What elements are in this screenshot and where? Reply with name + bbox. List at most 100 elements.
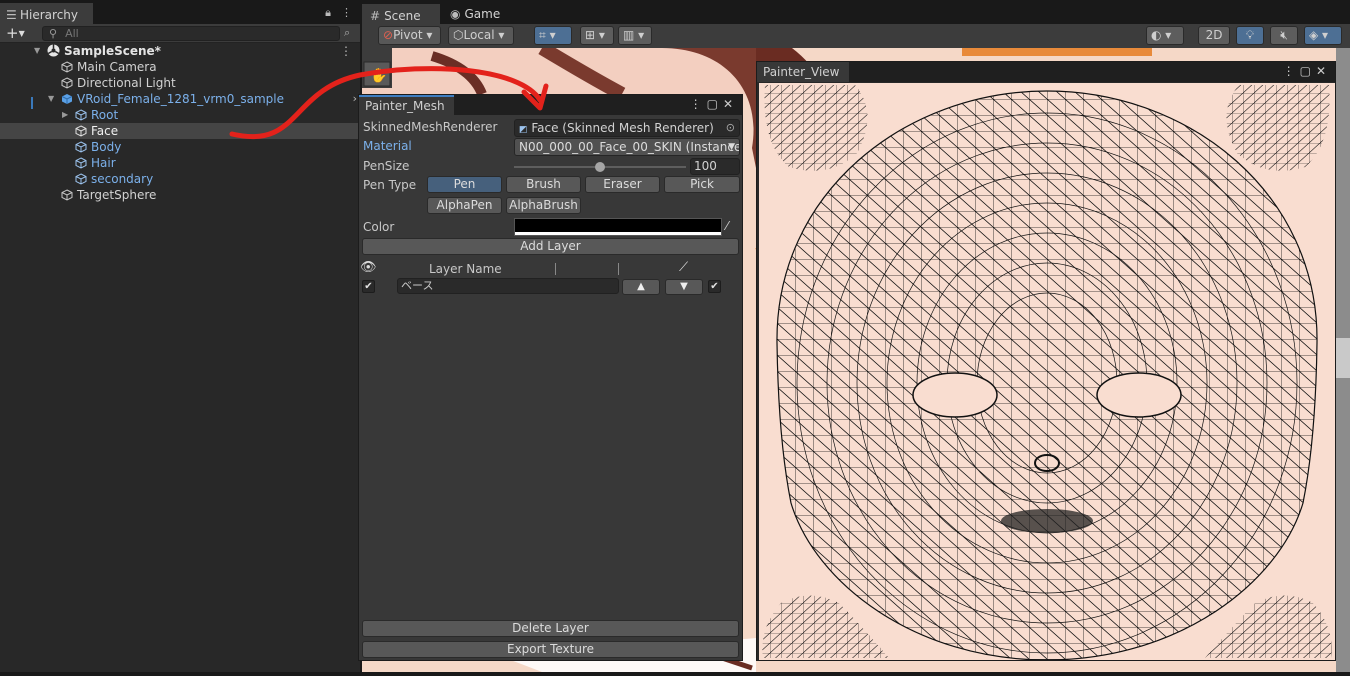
hierarchy-search-input[interactable]: ⚲ All xyxy=(42,26,340,41)
layer-move-up-button[interactable]: ▲ xyxy=(622,279,660,295)
column-divider xyxy=(555,263,556,275)
pen-type-brush-button[interactable]: Brush xyxy=(506,176,581,193)
pensize-slider-handle[interactable] xyxy=(595,162,605,172)
layers-icon: ◈ ▾ xyxy=(1309,28,1329,42)
pen-type-alphapen-button[interactable]: AlphaPen xyxy=(427,197,502,214)
gameobject-cube-icon xyxy=(75,141,87,153)
delete-layer-button[interactable]: Delete Layer xyxy=(362,620,739,637)
pensize-input[interactable]: 100 xyxy=(690,158,740,175)
tree-item-secondary[interactable]: secondary xyxy=(0,171,360,187)
grid-snap-icon: ⌗ ▾ xyxy=(539,28,556,42)
scene-toolbar: ⊘Pivot ▾ ⬡Local ▾ ⌗ ▾ ⊞ ▾ ▥ ▾ ◐ ▾ 2D 💡︎ … xyxy=(362,24,1350,48)
svg-text:✋: ✋ xyxy=(370,67,387,84)
material-row: Material N00_000_00_Face_00_SKIN (Instan… xyxy=(363,138,740,156)
tab-scene[interactable]: # Scene xyxy=(362,4,440,24)
lock-icon[interactable]: 🔒︎ xyxy=(325,6,331,19)
color-field[interactable] xyxy=(514,218,722,236)
tab-hierarchy[interactable]: ☰ Hierarchy xyxy=(0,3,93,24)
uv-texture-canvas[interactable] xyxy=(759,83,1335,660)
painter-mesh-tabbar: Painter_Mesh ⋮▢✕ xyxy=(359,95,742,115)
maximize-icon[interactable]: ▢ xyxy=(707,97,723,111)
lighting-toggle[interactable]: 💡︎ xyxy=(1236,26,1264,45)
local-cube-icon: ⬡ xyxy=(453,28,464,42)
draw-mode-dropdown[interactable]: ◐ ▾ xyxy=(1146,26,1184,45)
skinned-mesh-field[interactable]: ◩ Face (Skinned Mesh Renderer) ⊙ xyxy=(514,119,740,137)
color-row: Color ⁄ xyxy=(363,218,729,236)
grid-icon: ⊞ ▾ xyxy=(585,28,605,42)
scene-search-icon[interactable]: ⌕ xyxy=(344,26,350,40)
more-icon[interactable]: ⋮ xyxy=(1283,64,1300,78)
window-controls: ⋮▢✕ xyxy=(690,97,738,111)
gameobject-cube-icon xyxy=(75,109,87,121)
tab-game[interactable]: ◉ Game xyxy=(442,4,512,24)
tree-item-directional-light[interactable]: Directional Light xyxy=(0,75,360,91)
maximize-icon[interactable]: ▢ xyxy=(1300,64,1316,78)
close-icon[interactable]: ✕ xyxy=(1316,64,1331,78)
expand-arrow-icon[interactable]: ▶ xyxy=(62,107,68,123)
gameobject-cube-icon xyxy=(75,157,87,169)
more-icon[interactable]: ⋮ xyxy=(690,97,707,111)
pensize-row: PenSize 100 xyxy=(362,158,740,176)
tree-item-targetsphere[interactable]: TargetSphere xyxy=(0,187,360,203)
close-icon[interactable]: ✕ xyxy=(723,97,738,111)
tab-painter-mesh[interactable]: Painter_Mesh xyxy=(359,95,454,115)
tab-painter-view[interactable]: Painter_View xyxy=(757,62,849,82)
prefab-cube-icon xyxy=(61,93,73,105)
layer-name-input[interactable]: ベース xyxy=(397,278,619,294)
gameobject-cube-icon xyxy=(61,61,73,73)
export-texture-button[interactable]: Export Texture xyxy=(362,641,739,658)
speaker-muted-icon: 🔇︎ xyxy=(1280,28,1288,42)
eye-icon: 👁︎ xyxy=(360,260,377,275)
add-layer-button[interactable]: Add Layer xyxy=(362,238,739,255)
local-dropdown[interactable]: ⬡Local ▾ xyxy=(448,26,514,45)
grid-visibility-dropdown[interactable]: ⊞ ▾ xyxy=(580,26,614,45)
pen-type-row: Pen Type Pen Brush Eraser Pick AlphaPen … xyxy=(362,176,740,216)
tree-item-face[interactable]: Face xyxy=(0,123,360,139)
pen-type-alphabrush-button[interactable]: AlphaBrush xyxy=(506,197,581,214)
grid-snap-toggle[interactable]: ⌗ ▾ xyxy=(534,26,572,45)
gameobject-cube-icon xyxy=(61,77,73,89)
effects-dropdown[interactable]: ◈ ▾ xyxy=(1304,26,1342,45)
tree-item-scene[interactable]: ▼ SampleScene* ⋮ xyxy=(0,43,360,59)
pivot-icon: ⊘ xyxy=(383,28,394,42)
tree-item-main-camera[interactable]: Main Camera xyxy=(0,59,360,75)
triangle-down-icon: ▼ xyxy=(680,281,688,292)
audio-toggle[interactable]: 🔇︎ xyxy=(1270,26,1298,45)
eyedropper-icon[interactable]: ⁄ xyxy=(726,219,728,233)
gameobject-cube-icon xyxy=(75,125,87,137)
object-picker-icon[interactable]: ⊙ xyxy=(726,120,735,136)
layer-move-down-button[interactable]: ▼ xyxy=(665,279,703,295)
tree-item-root[interactable]: ▶ Root xyxy=(0,107,360,123)
scene-tabbar: # Scene ◉ Game xyxy=(362,4,1350,24)
pen-type-pen-button[interactable]: Pen xyxy=(427,176,502,193)
gameobject-cube-icon xyxy=(75,173,87,185)
prefab-marker xyxy=(31,97,33,109)
painter-view-tabbar: Painter_View ⋮▢✕ xyxy=(757,62,1335,82)
column-divider xyxy=(618,263,619,275)
more-icon[interactable]: ⋮ xyxy=(341,6,352,19)
layer-paint-checkbox[interactable]: ✔ xyxy=(708,280,721,293)
brush-icon: ⟋ xyxy=(679,260,689,275)
scene-menu-icon[interactable]: ⋮ xyxy=(340,43,352,59)
tree-item-vroid-female[interactable]: ▼ VRoid_Female_1281_vrm0_sample › xyxy=(0,91,360,107)
increment-snap-dropdown[interactable]: ▥ ▾ xyxy=(618,26,652,45)
tree-item-body[interactable]: Body xyxy=(0,139,360,155)
material-dropdown[interactable]: N00_000_00_Face_00_SKIN (Instance) ▼ xyxy=(514,138,740,156)
hierarchy-panel: ☰ Hierarchy 🔒︎ ⋮ +▼ ⚲ All ⌕ ▼ SampleScene* … xyxy=(0,0,360,672)
toggle-2d-button[interactable]: 2D xyxy=(1198,26,1230,45)
chevron-down-icon: ▼ xyxy=(728,142,735,152)
unity-scene-icon xyxy=(47,44,60,57)
expand-arrow-icon[interactable]: ▼ xyxy=(48,91,54,107)
tree-item-hair[interactable]: Hair xyxy=(0,155,360,171)
pen-type-eraser-button[interactable]: Eraser xyxy=(585,176,660,193)
pen-type-pick-button[interactable]: Pick xyxy=(664,176,740,193)
uv-wireframe xyxy=(759,83,1335,660)
create-button[interactable]: +▼ xyxy=(6,24,25,43)
scene-name: SampleScene* xyxy=(64,44,161,58)
pivot-dropdown[interactable]: ⊘Pivot ▾ xyxy=(378,26,441,45)
chevron-right-icon[interactable]: › xyxy=(353,91,357,107)
expand-arrow-icon[interactable]: ▼ xyxy=(34,43,40,59)
layer-list-header: 👁︎ Layer Name ⟋ xyxy=(360,260,689,276)
lightbulb-icon: 💡︎ xyxy=(1245,28,1255,42)
layer-visible-checkbox[interactable]: ✔ xyxy=(362,280,375,293)
